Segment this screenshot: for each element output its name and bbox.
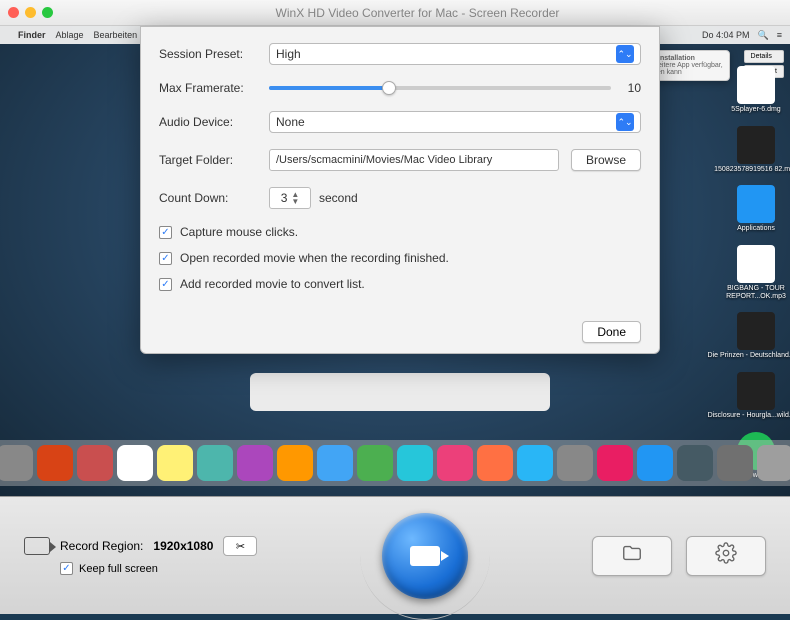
menu-edit[interactable]: Bearbeiten: [94, 30, 138, 40]
dock-icon[interactable]: [637, 445, 673, 481]
session-preset-select[interactable]: High ⌃⌄: [269, 43, 641, 65]
dock-icon[interactable]: [477, 445, 513, 481]
background-toolbar: [250, 373, 550, 411]
notification-details-button[interactable]: Details: [744, 50, 784, 63]
done-button[interactable]: Done: [582, 321, 641, 343]
desktop-icons: 5Splayer-6.dmg 150823578919516 82.mp4 Ap…: [728, 66, 784, 480]
maximize-icon[interactable]: [42, 7, 53, 18]
clock: Do 4:04 PM: [702, 30, 750, 40]
settings-button[interactable]: [686, 536, 766, 576]
dock-icon[interactable]: [117, 445, 153, 481]
capture-mouse-checkbox[interactable]: ✓ Capture mouse clicks.: [159, 225, 641, 239]
dock-icon[interactable]: [597, 445, 633, 481]
record-region-value: 1920x1080: [153, 539, 213, 553]
max-framerate-slider[interactable]: [269, 86, 611, 90]
desktop-icon[interactable]: 5Splayer-6.dmg: [733, 66, 779, 114]
session-preset-label: Session Preset:: [159, 47, 269, 61]
checkbox-icon: ✓: [159, 252, 172, 265]
desktop-icon[interactable]: Die Prinzen - Deutschland.mp3: [733, 312, 779, 360]
record-region-label: Record Region:: [60, 539, 143, 553]
camera-icon: [24, 537, 50, 555]
dock: [0, 440, 790, 486]
menu-file[interactable]: Ablage: [56, 30, 84, 40]
desktop-background: Finder Ablage Bearbeiten Darste Do 4:04 …: [0, 26, 790, 496]
traffic-lights: [8, 7, 53, 18]
dock-icon[interactable]: [37, 445, 73, 481]
open-recorded-checkbox[interactable]: ✓ Open recorded movie when the recording…: [159, 251, 641, 265]
keep-full-screen-checkbox[interactable]: ✓ Keep full screen: [60, 562, 257, 575]
chevron-updown-icon: ⌃⌄: [616, 45, 634, 63]
close-icon[interactable]: [8, 7, 19, 18]
browse-button[interactable]: Browse: [571, 149, 641, 171]
window-titlebar: WinX HD Video Converter for Mac - Screen…: [0, 0, 790, 26]
audio-device-select[interactable]: None ⌃⌄: [269, 111, 641, 133]
record-button[interactable]: [382, 513, 468, 599]
menu-icon[interactable]: ≡: [777, 30, 782, 40]
dock-icon[interactable]: [357, 445, 393, 481]
bottom-bar: Record Region: 1920x1080 ✂ ✓ Keep full s…: [0, 496, 790, 614]
max-framerate-value: 10: [621, 81, 641, 95]
add-to-convert-checkbox[interactable]: ✓ Add recorded movie to convert list.: [159, 277, 641, 291]
dock-icon[interactable]: [277, 445, 313, 481]
desktop-icon[interactable]: Disclosure - Hourgla...wild.mp4: [733, 372, 779, 420]
chevron-updown-icon: ⌃⌄: [616, 113, 634, 131]
target-folder-input[interactable]: /Users/scmacmini/Movies/Mac Video Librar…: [269, 149, 559, 171]
menubar-app[interactable]: Finder: [18, 30, 46, 40]
dock-icon[interactable]: [317, 445, 353, 481]
slider-thumb[interactable]: [382, 81, 396, 95]
dock-icon[interactable]: [677, 445, 713, 481]
dock-icon[interactable]: [757, 445, 790, 481]
gear-icon: [715, 542, 737, 569]
dock-icon[interactable]: [717, 445, 753, 481]
desktop-icon[interactable]: BIGBANG - TOUR REPORT...OK.mp3: [733, 245, 779, 300]
target-folder-label: Target Folder:: [159, 153, 269, 167]
dock-icon[interactable]: [437, 445, 473, 481]
crop-button[interactable]: ✂: [223, 536, 257, 556]
minimize-icon[interactable]: [25, 7, 36, 18]
stepper-arrows-icon[interactable]: ▲▼: [291, 191, 299, 205]
dock-icon[interactable]: [557, 445, 593, 481]
search-icon[interactable]: 🔍: [758, 30, 769, 41]
count-down-unit: second: [319, 191, 358, 205]
window-title: WinX HD Video Converter for Mac - Screen…: [53, 6, 782, 20]
audio-device-label: Audio Device:: [159, 115, 269, 129]
dock-icon[interactable]: [237, 445, 273, 481]
count-down-label: Count Down:: [159, 191, 269, 205]
video-camera-icon: [410, 546, 440, 566]
checkbox-icon: ✓: [60, 562, 73, 575]
dock-icon[interactable]: [517, 445, 553, 481]
dock-icon[interactable]: [157, 445, 193, 481]
open-folder-button[interactable]: [592, 536, 672, 576]
dock-icon[interactable]: [397, 445, 433, 481]
checkbox-icon: ✓: [159, 278, 172, 291]
desktop-icon[interactable]: Applications: [733, 185, 779, 233]
dock-icon[interactable]: [0, 445, 33, 481]
menubar-right: Do 4:04 PM 🔍 ≡: [702, 30, 782, 41]
count-down-stepper[interactable]: 3 ▲▼: [269, 187, 311, 209]
settings-panel: Session Preset: High ⌃⌄ Max Framerate: 1…: [140, 26, 660, 354]
desktop-icon[interactable]: 150823578919516 82.mp4: [733, 126, 779, 174]
dock-icon[interactable]: [77, 445, 113, 481]
folder-icon: [621, 542, 643, 569]
checkbox-icon: ✓: [159, 226, 172, 239]
scissors-icon: ✂: [236, 540, 245, 553]
max-framerate-label: Max Framerate:: [159, 81, 269, 95]
dock-icon[interactable]: [197, 445, 233, 481]
